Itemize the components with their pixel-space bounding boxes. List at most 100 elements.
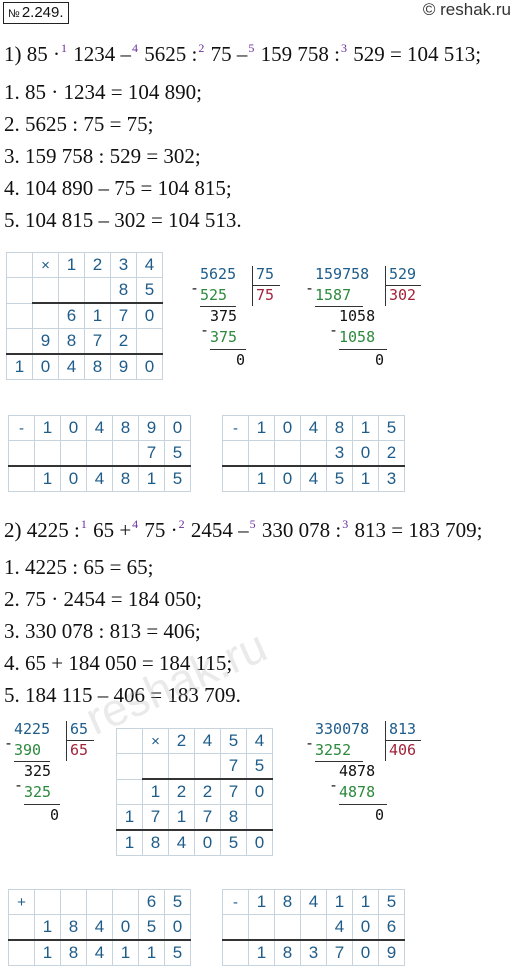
digit-cell: - — [222, 889, 249, 915]
digit-cell: 3 — [110, 252, 137, 278]
minus-sign: - — [329, 776, 339, 794]
digit-cell: 8 — [110, 277, 137, 304]
divisor: 529 — [389, 265, 417, 283]
digit-cell — [222, 465, 249, 492]
digit-cell — [34, 889, 61, 915]
partial-product: 4878 — [339, 783, 376, 801]
digit-cell — [248, 440, 275, 467]
partial-product: 325 — [24, 783, 52, 801]
digit-cell: 2 — [194, 778, 221, 805]
digit-cell: 4 — [86, 465, 113, 492]
digit-cell — [60, 440, 87, 467]
digit-cell: 4 — [300, 465, 327, 492]
digit-cell: 0 — [32, 353, 59, 380]
digit-cell: 5 — [136, 277, 163, 304]
digit-cell — [274, 914, 301, 941]
digit-cell: 1 — [352, 415, 379, 441]
multiplication-grid-2: × 2 4 5 4 7 5 1 2 2 7 0 1 7 1 7 8 1 8 4 0 5 0 — [116, 728, 273, 856]
addition-grid: +6 5 1 8 4 0 5 0 1 8 4 1 1 5 — [8, 889, 191, 966]
dividend: 5625 — [200, 265, 237, 283]
partial-product: 3252 — [315, 741, 352, 759]
digit-cell: 1 — [168, 804, 195, 831]
digit-cell: 9 — [138, 415, 165, 441]
digit-cell: 0 — [60, 415, 87, 441]
digit-cell: 0 — [112, 914, 139, 941]
minus-sign: - — [190, 279, 200, 297]
digit-cell: 0 — [246, 778, 273, 805]
digit-cell: 4 — [168, 829, 195, 856]
quotient: 406 — [389, 741, 417, 759]
digit-cell: 4 — [300, 415, 327, 441]
digit-cell — [246, 804, 273, 831]
digit-cell — [34, 440, 61, 467]
digit-cell: 0 — [164, 914, 191, 941]
long-division-2: 159758 529 302 - 1587 1058 - 1058 0 — [305, 265, 445, 386]
digit-cell: 4 — [326, 914, 353, 941]
digit-cell — [6, 302, 33, 329]
digit-cell: 5 — [220, 829, 247, 856]
minus-sign: - — [329, 321, 339, 339]
long-division-1: 5625 75 75 - 525 375 - 375 0 — [190, 265, 280, 386]
order-marker: 5 — [249, 517, 256, 531]
remainder: 4878 — [339, 762, 376, 780]
digit-cell: 1 — [34, 914, 61, 941]
digit-cell: 4 — [58, 353, 85, 380]
digit-cell: 1 — [84, 302, 111, 329]
digit-cell: 4 — [136, 252, 163, 278]
expr-text: 330 078 : — [256, 518, 342, 542]
divisor: 75 — [256, 265, 275, 283]
digit-cell: 7 — [142, 804, 169, 831]
digit-cell: 2 — [84, 252, 111, 278]
site-credit: © reshak.ru — [422, 0, 511, 19]
part2-step: 1. 4225 : 65 = 65; — [4, 555, 154, 579]
order-marker: 1 — [80, 517, 87, 531]
digit-cell: 3 — [378, 465, 405, 492]
quotient: 65 — [70, 741, 89, 759]
digit-cell: 1 — [138, 465, 165, 492]
digit-cell — [222, 914, 249, 941]
digit-cell — [86, 440, 113, 467]
part2-step: 4. 65 + 184 050 = 184 115; — [4, 651, 233, 675]
digit-cell: 1 — [6, 353, 33, 380]
part2-step: 2. 75 · 2454 = 184 050; — [4, 587, 202, 611]
digit-cell: 4 — [300, 889, 327, 915]
digit-cell — [274, 440, 301, 467]
digit-cell: 7 — [84, 328, 111, 355]
digit-cell: 0 — [352, 939, 379, 966]
digit-cell: 1 — [352, 465, 379, 492]
digit-cell — [8, 440, 35, 467]
digit-cell: 1 — [138, 939, 165, 966]
final-remainder: 0 — [236, 351, 246, 369]
expr-text: 1) 85 · — [4, 42, 60, 66]
digit-cell: - — [222, 415, 249, 441]
part1-step: 2. 5625 : 75 = 75; — [4, 112, 154, 136]
digit-cell — [116, 778, 143, 805]
part1-step: 4. 104 890 – 75 = 104 815; — [4, 176, 232, 200]
part2-step: 3. 330 078 : 813 = 406; — [4, 619, 201, 643]
partial-product: 525 — [200, 286, 228, 304]
order-marker: 3 — [342, 517, 349, 531]
digit-cell: 0 — [136, 302, 163, 329]
digit-cell: 5 — [164, 939, 191, 966]
digit-cell: 4 — [246, 728, 273, 754]
digit-cell: + — [8, 889, 35, 915]
partial-product: 1058 — [339, 328, 376, 346]
digit-cell: 8 — [274, 889, 301, 915]
digit-cell: 8 — [112, 465, 139, 492]
part1-expression: 1) 85 ·1 1234 –4 5625 :2 75 –5 159 758 :… — [4, 41, 481, 69]
final-remainder: 0 — [375, 351, 385, 369]
final-remainder: 0 — [50, 806, 60, 824]
digit-cell — [136, 328, 163, 355]
remainder: 375 — [210, 307, 238, 325]
digit-cell: 0 — [274, 415, 301, 441]
digit-cell: 6 — [378, 914, 405, 941]
digit-cell: 7 — [326, 939, 353, 966]
expr-text: 2454 – — [185, 518, 249, 542]
digit-cell: 1 — [58, 252, 85, 278]
digit-cell: 0 — [136, 353, 163, 380]
expr-text: 813 = 183 709; — [349, 518, 483, 542]
order-marker: 2 — [178, 517, 185, 531]
digit-cell: 0 — [246, 829, 273, 856]
digit-cell — [58, 277, 85, 304]
partial-product: 390 — [14, 741, 42, 759]
